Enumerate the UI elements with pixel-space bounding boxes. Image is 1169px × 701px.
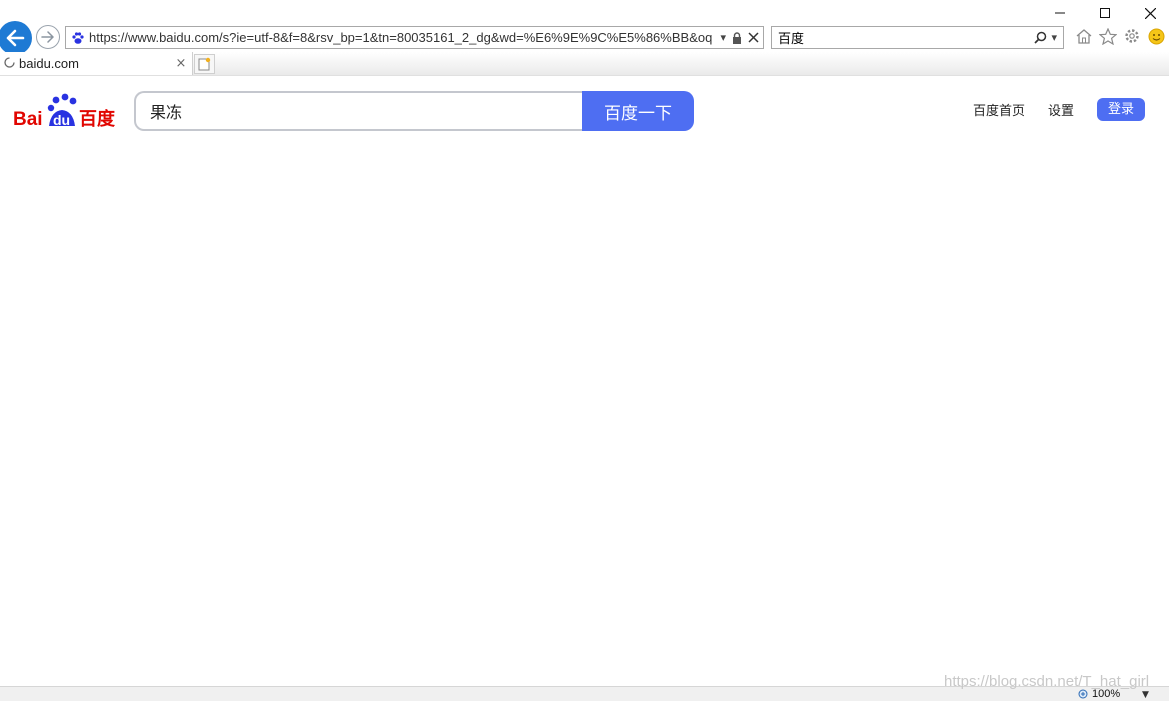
- settings-link[interactable]: 设置: [1048, 100, 1074, 119]
- minimize-icon: [1055, 12, 1065, 14]
- lock-icon[interactable]: [732, 31, 742, 44]
- baidu-search-form: 百度一下: [134, 91, 694, 131]
- tab-close-icon[interactable]: ×: [174, 56, 188, 71]
- back-button[interactable]: [0, 21, 32, 55]
- forward-button[interactable]: [36, 25, 60, 49]
- browser-search-input[interactable]: [772, 30, 1035, 45]
- address-bar[interactable]: https://www.baidu.com/s?ie=utf-8&f=8&rsv…: [65, 26, 764, 49]
- svg-text:Bai: Bai: [13, 109, 43, 129]
- tab-baidu[interactable]: baidu.com ×: [0, 52, 193, 75]
- smiley-feedback-icon[interactable]: [1147, 27, 1165, 45]
- back-arrow-icon: [6, 29, 25, 47]
- browser-chrome: https://www.baidu.com/s?ie=utf-8&f=8&rsv…: [0, 0, 1169, 76]
- minimize-button[interactable]: [1037, 0, 1083, 26]
- new-tab-icon: [198, 57, 211, 71]
- tab-strip: baidu.com ×: [0, 52, 1169, 76]
- stop-icon[interactable]: [748, 32, 759, 43]
- favorites-star-icon[interactable]: [1099, 27, 1117, 45]
- login-button[interactable]: 登录: [1097, 98, 1146, 121]
- zoom-level: 100%: [1092, 688, 1121, 700]
- close-icon: [1144, 7, 1156, 19]
- svg-text:du: du: [53, 112, 70, 128]
- search-dropdown-icon[interactable]: ▾: [1051, 31, 1057, 44]
- maximize-button[interactable]: [1082, 0, 1128, 26]
- baidu-favicon-icon: [70, 30, 86, 46]
- home-icon[interactable]: [1075, 27, 1093, 45]
- top-links: 百度首页 设置 登录: [973, 98, 1146, 121]
- maximize-icon: [1100, 8, 1110, 18]
- browser-search-box[interactable]: ▾: [771, 26, 1064, 49]
- gear-icon[interactable]: [1123, 27, 1141, 45]
- address-url[interactable]: https://www.baidu.com/s?ie=utf-8&f=8&rsv…: [89, 30, 716, 45]
- zoom-control[interactable]: 100%: [1078, 688, 1120, 700]
- baidu-home-link[interactable]: 百度首页: [973, 100, 1025, 119]
- zoom-dropdown-icon[interactable]: ▼: [1142, 690, 1149, 700]
- forward-arrow-icon: [41, 31, 54, 43]
- baidu-logo[interactable]: Bai du 百度: [13, 93, 117, 130]
- close-window-button[interactable]: [1127, 0, 1169, 26]
- svg-text:百度: 百度: [79, 108, 116, 129]
- baidu-search-input[interactable]: [134, 91, 582, 131]
- search-icon[interactable]: [1034, 31, 1047, 44]
- zoom-icon: [1078, 689, 1088, 698]
- address-dropdown-icon[interactable]: ▾: [720, 31, 726, 44]
- baidu-search-button[interactable]: 百度一下: [582, 91, 694, 131]
- tab-title: baidu.com: [19, 56, 79, 71]
- new-tab-button[interactable]: [194, 54, 215, 74]
- loading-spinner-icon: [4, 56, 15, 71]
